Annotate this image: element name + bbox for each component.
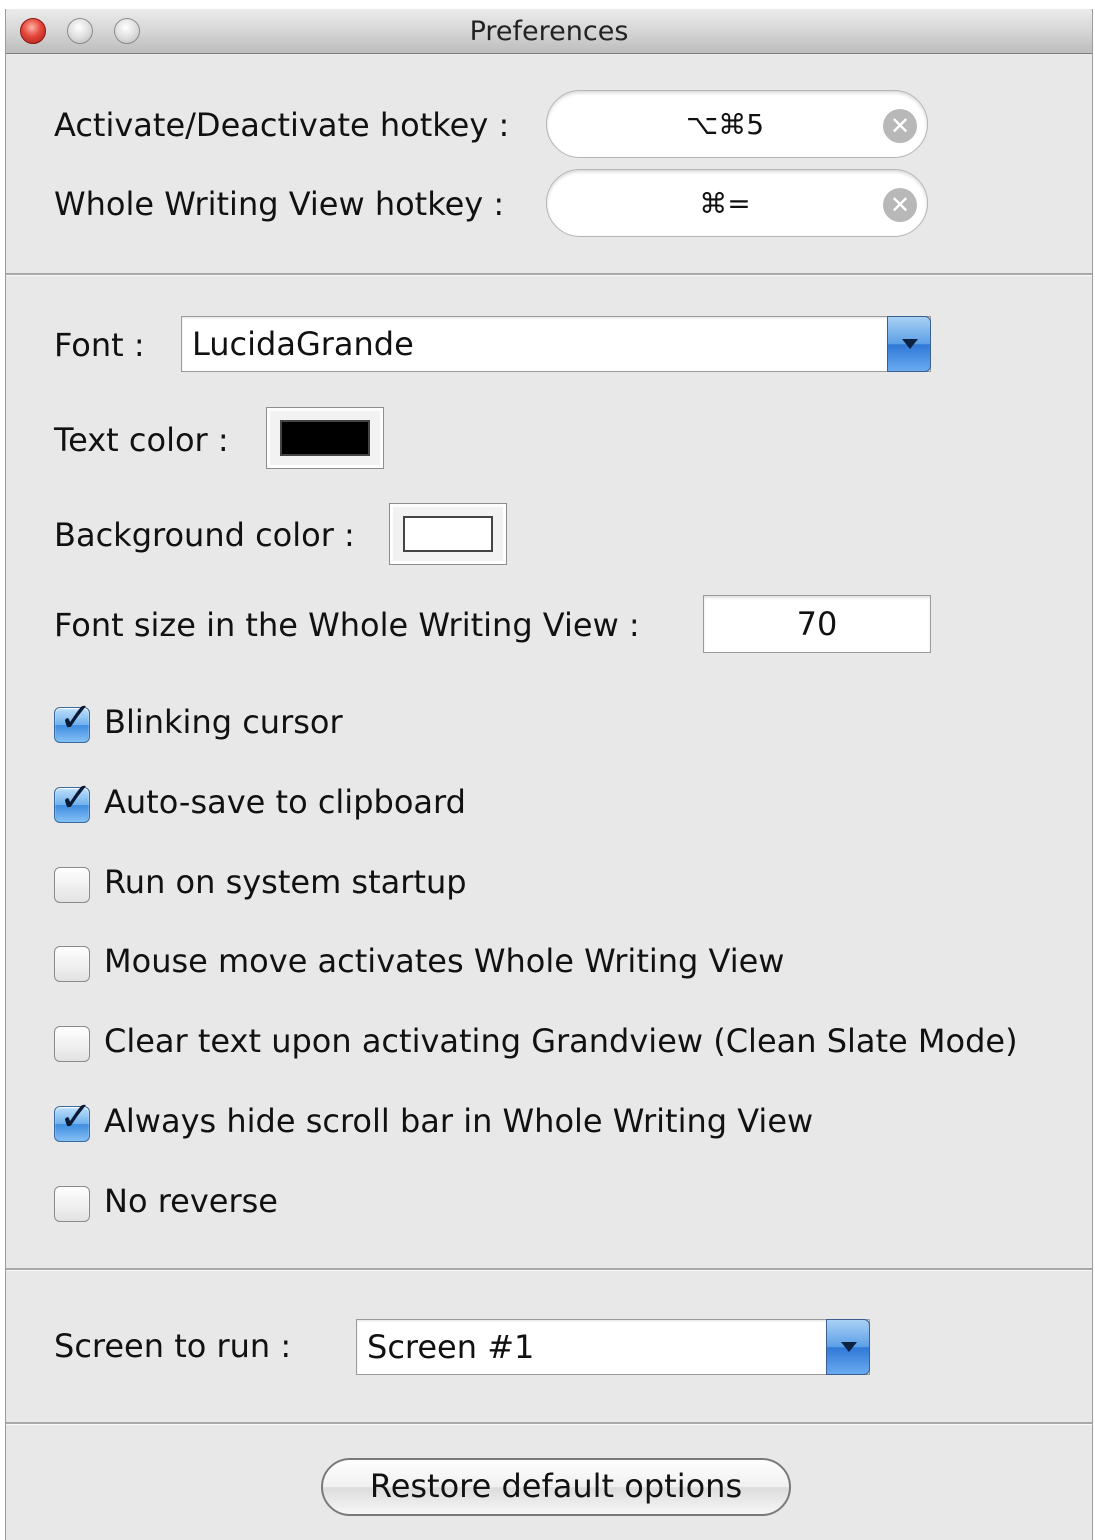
checkmark-icon: ✓ <box>59 775 93 821</box>
text-color-label: Text color : <box>54 421 229 459</box>
popup-arrow-icon[interactable] <box>887 316 931 372</box>
font-popup-value: LucidaGrande <box>192 325 414 363</box>
clear-icon[interactable]: ✕ <box>883 188 917 222</box>
activate-hotkey-label: Activate/Deactivate hotkey : <box>54 106 510 144</box>
screen-to-run-label: Screen to run : <box>54 1327 292 1365</box>
text-color-well[interactable] <box>266 407 384 469</box>
font-label: Font : <box>54 326 145 364</box>
whole-writing-view-hotkey-label: Whole Writing View hotkey : <box>54 185 505 223</box>
clear-icon[interactable]: ✕ <box>883 109 917 143</box>
separator <box>6 1268 1092 1271</box>
activate-hotkey-value: ⌥⌘5 <box>685 108 765 141</box>
whole-writing-view-hotkey-value: ⌘= <box>699 187 751 220</box>
checkbox-box[interactable] <box>54 1026 90 1062</box>
checkmark-icon: ✓ <box>59 695 93 741</box>
window-title: Preferences <box>469 16 629 47</box>
checkbox-box[interactable]: ✓ <box>54 1097 93 1142</box>
checkbox-label: Blinking cursor <box>104 703 343 741</box>
title-bar[interactable]: Preferences <box>6 9 1092 54</box>
separator <box>6 273 1092 276</box>
checkbox-box[interactable] <box>54 1186 90 1222</box>
checkbox-label: Always hide scroll bar in Whole Writing … <box>104 1102 814 1140</box>
checkbox-box[interactable] <box>54 946 90 982</box>
font-size-label: Font size in the Whole Writing View : <box>54 606 640 644</box>
font-popup[interactable]: LucidaGrande <box>181 316 931 372</box>
checkbox-box[interactable]: ✓ <box>54 778 93 823</box>
screen-popup[interactable]: Screen #1 <box>356 1319 870 1375</box>
text-color-swatch <box>280 420 370 456</box>
screen-popup-value: Screen #1 <box>367 1328 535 1366</box>
background-color-swatch <box>403 516 493 552</box>
separator <box>6 1422 1092 1425</box>
checkbox-label: Auto-save to clipboard <box>104 783 466 821</box>
background-color-label: Background color : <box>54 516 355 554</box>
checkmark-icon: ✓ <box>59 1094 93 1140</box>
whole-writing-view-hotkey-field[interactable]: ⌘= ✕ <box>546 169 928 237</box>
checkbox-label: Mouse move activates Whole Writing View <box>104 942 785 980</box>
popup-arrow-icon[interactable] <box>826 1319 870 1375</box>
checkbox-label: Run on system startup <box>104 863 467 901</box>
checkbox-box[interactable] <box>54 867 90 903</box>
checkbox-label: No reverse <box>104 1182 278 1220</box>
checkbox-box[interactable]: ✓ <box>54 698 93 743</box>
restore-default-options-button[interactable]: Restore default options <box>321 1458 791 1516</box>
preferences-window: Preferences Activate/Deactivate hotkey :… <box>5 9 1093 1540</box>
background-color-well[interactable] <box>389 503 507 565</box>
font-size-input[interactable]: 70 <box>703 595 931 653</box>
activate-hotkey-field[interactable]: ⌥⌘5 ✕ <box>546 90 928 158</box>
checkbox-label: Clear text upon activating Grandview (Cl… <box>104 1022 1018 1060</box>
